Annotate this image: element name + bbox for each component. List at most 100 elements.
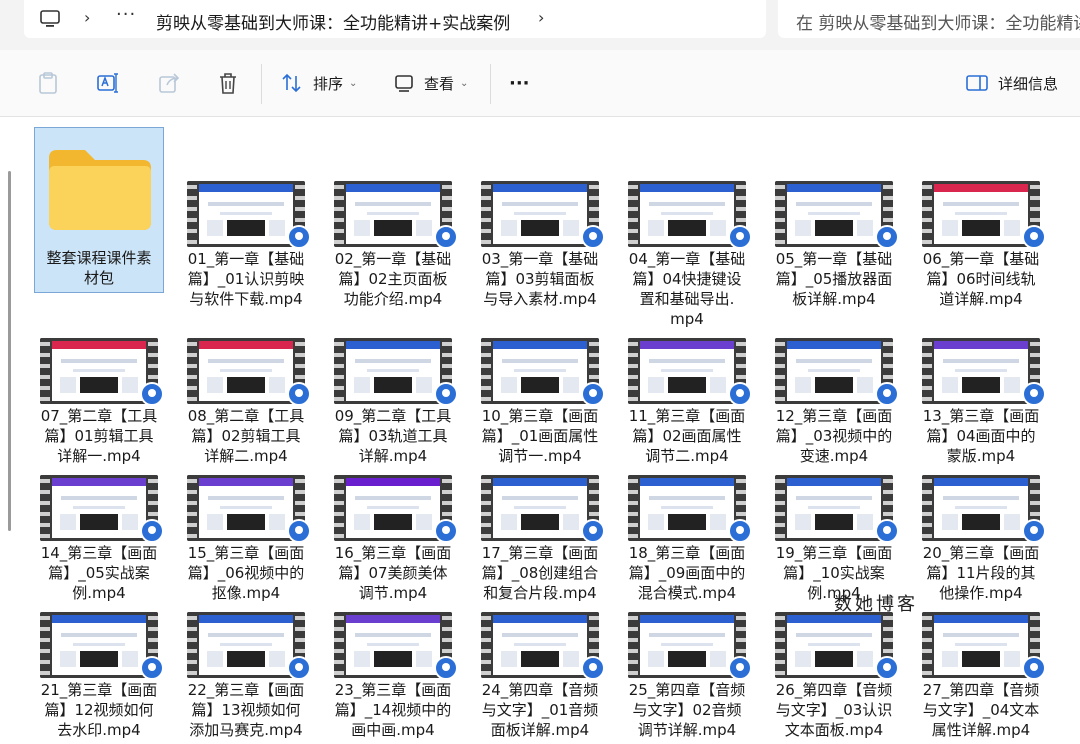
- video-file-item[interactable]: 25_第四章【音频 与文字】02音频 调节详解.mp4: [622, 612, 752, 742]
- current-folder-crumb[interactable]: 剪映从零基础到大师课：全功能精讲+实战案例: [156, 9, 510, 34]
- video-file-item[interactable]: 13_第三章【画面 篇】04画面中的 蒙版.mp4: [916, 338, 1046, 468]
- media-player-icon: [140, 519, 164, 543]
- details-label: 详细信息: [998, 74, 1059, 93]
- computer-icon[interactable]: [40, 10, 60, 28]
- delete-button[interactable]: [217, 70, 239, 96]
- film-strip-edge: [775, 338, 785, 404]
- thumbnail-line: [208, 496, 284, 500]
- thumbnail-line: [943, 496, 1019, 500]
- chevron-right-icon[interactable]: ›: [84, 8, 90, 27]
- thumbnail-line: [807, 506, 861, 509]
- file-name-line: 01_第一章【基础: [187, 250, 305, 268]
- more-path-icon[interactable]: ···: [116, 4, 136, 25]
- thumbnail-panel: [415, 377, 433, 393]
- file-name-line: 调节.mp4: [358, 584, 428, 602]
- thumbnail-banner: [493, 478, 587, 486]
- video-file-item[interactable]: 06_第一章【基础 篇】06时间线轨 道详解.mp4: [916, 181, 1046, 311]
- thumbnail-line: [61, 633, 137, 637]
- file-name-line: 03_第一章【基础: [481, 250, 599, 268]
- video-file-item[interactable]: 26_第四章【音频 与文字】_03认识 文本面板.mp4: [769, 612, 899, 742]
- file-name: 23_第三章【画面 篇】_14视频中的 画中画.mp4: [328, 680, 458, 740]
- details-pane-button[interactable]: 详细信息: [966, 70, 1058, 96]
- video-file-item[interactable]: 04_第一章【基础 篇】04快捷键设 置和基础导出. mp4: [622, 181, 752, 328]
- paste-button[interactable]: [37, 70, 59, 96]
- rename-button[interactable]: [96, 70, 120, 96]
- film-strip-edge: [628, 475, 638, 541]
- thumbnail-frame: [199, 341, 293, 401]
- share-icon: [159, 73, 180, 93]
- share-button[interactable]: [157, 70, 181, 96]
- thumbnail-line: [366, 506, 420, 509]
- file-name-line: 14_第三章【画面: [40, 544, 158, 562]
- video-file-item[interactable]: 07_第二章【工具 篇】01剪辑工具 详解一.mp4: [34, 338, 164, 468]
- video-file-item[interactable]: 18_第三章【画面 篇】_09画面中的 混合模式.mp4: [622, 475, 752, 605]
- file-name-line: 篇】_14视频中的: [334, 701, 452, 719]
- thumbnail-line: [649, 633, 725, 637]
- video-file-item[interactable]: 09_第二章【工具 篇】03轨道工具 详解.mp4: [328, 338, 458, 468]
- thumbnail-panel: [353, 651, 371, 667]
- video-file-item[interactable]: 23_第三章【画面 篇】_14视频中的 画中画.mp4: [328, 612, 458, 742]
- video-file-item[interactable]: 15_第三章【画面 篇】_06视频中的 抠像.mp4: [181, 475, 311, 605]
- film-strip-edge: [40, 612, 50, 678]
- folder-name: 整套课程课件素 材包: [35, 248, 163, 288]
- thumbnail-preview: [962, 514, 1000, 530]
- video-file-item[interactable]: 05_第一章【基础 篇】_05播放器面 板详解.mp4: [769, 181, 899, 311]
- thumbnail-preview: [521, 377, 559, 393]
- file-name-line: 09_第二章【工具: [334, 407, 452, 425]
- film-strip-edge: [922, 612, 932, 678]
- thumbnail-frame: [934, 615, 1028, 675]
- film-strip-edge: [481, 181, 491, 247]
- file-name: 02_第一章【基础 篇】02主页面板 功能介绍.mp4: [328, 249, 458, 309]
- file-name-line: 与文字】_04文本: [922, 701, 1040, 719]
- thumbnail-frame: [346, 615, 440, 675]
- thumbnail-banner: [52, 615, 146, 623]
- chevron-right-icon[interactable]: ›: [538, 8, 544, 27]
- thumbnail-panel: [941, 220, 959, 236]
- video-file-item[interactable]: 19_第三章【画面 篇】_10实战案 例.mp4: [769, 475, 899, 605]
- film-strip-edge: [775, 612, 785, 678]
- file-name-line: 例.mp4: [72, 584, 126, 602]
- folder-item[interactable]: 整套课程课件素 材包: [34, 127, 164, 293]
- video-file-item[interactable]: 11_第三章【画面 篇】02画面属性 调节二.mp4: [622, 338, 752, 468]
- file-name: 05_第一章【基础 篇】_05播放器面 板详解.mp4: [769, 249, 899, 309]
- file-name-line: 篇】02画面属性: [632, 427, 742, 445]
- thumbnail-line: [355, 359, 431, 363]
- media-player-icon: [1022, 382, 1046, 406]
- thumbnail-banner: [346, 478, 440, 486]
- sort-icon: [282, 73, 301, 93]
- thumbnail-preview: [227, 514, 265, 530]
- video-file-item[interactable]: 21_第三章【画面 篇】12视频如何 去水印.mp4: [34, 612, 164, 742]
- file-name: 18_第三章【画面 篇】_09画面中的 混合模式.mp4: [622, 543, 752, 603]
- video-file-item[interactable]: 16_第三章【画面 篇】07美颜美体 调节.mp4: [328, 475, 458, 605]
- thumbnail-line: [513, 643, 567, 646]
- video-file-item[interactable]: 24_第四章【音频 与文字】_01音频 面板详解.mp4: [475, 612, 605, 742]
- breadcrumb[interactable]: › ··· 剪映从零基础到大师课：全功能精讲+实战案例 ›: [24, 0, 766, 38]
- thumbnail-line: [61, 359, 137, 363]
- sort-button[interactable]: 排序 ⌄: [281, 70, 357, 96]
- scrollbar[interactable]: [8, 171, 11, 531]
- thumbnail-panel: [206, 220, 224, 236]
- more-options-button[interactable]: ···: [509, 70, 530, 96]
- search-box[interactable]: 在 剪映从零基础到大师课：全功能精讲+实战案例 中搜索: [778, 0, 1080, 38]
- video-file-item[interactable]: 08_第二章【工具 篇】02剪辑工具 详解二.mp4: [181, 338, 311, 468]
- video-file-item[interactable]: 01_第一章【基础 篇】_01认识剪映 与软件下载.mp4: [181, 181, 311, 311]
- file-name-line: 详解.mp4: [358, 447, 428, 465]
- view-button[interactable]: 查看 ⌄: [394, 70, 468, 96]
- video-file-item[interactable]: 02_第一章【基础 篇】02主页面板 功能介绍.mp4: [328, 181, 458, 311]
- video-file-item[interactable]: 27_第四章【音频 与文字】_04文本 属性详解.mp4: [916, 612, 1046, 742]
- video-file-item[interactable]: 14_第三章【画面 篇】_05实战案 例.mp4: [34, 475, 164, 605]
- file-name-line: 与导入素材.mp4: [483, 290, 597, 308]
- video-file-item[interactable]: 17_第三章【画面 篇】_08创建组合 和复合片段.mp4: [475, 475, 605, 605]
- thumbnail-banner: [640, 341, 734, 349]
- file-view[interactable]: 整套课程课件素 材包 01_第一章【基础 篇】_01认识剪映 与软件下载.mp4 02…: [0, 117, 1080, 744]
- thumbnail-frame: [640, 478, 734, 538]
- video-file-item[interactable]: 10_第三章【画面 篇】_01画面属性 调节一.mp4: [475, 338, 605, 468]
- thumbnail-line: [72, 369, 126, 372]
- video-file-item[interactable]: 03_第一章【基础 篇】03剪辑面板 与导入素材.mp4: [475, 181, 605, 311]
- video-file-item[interactable]: 20_第三章【画面 篇】11片段的其 他操作.mp4: [916, 475, 1046, 605]
- media-player-icon: [728, 225, 752, 249]
- video-file-item[interactable]: 22_第三章【画面 篇】13视频如何 添加马赛克.mp4: [181, 612, 311, 742]
- thumbnail-banner: [52, 341, 146, 349]
- video-file-item[interactable]: 12_第三章【画面 篇】_03视频中的 变速.mp4: [769, 338, 899, 468]
- file-name-line: 篇】_08创建组合: [481, 564, 599, 582]
